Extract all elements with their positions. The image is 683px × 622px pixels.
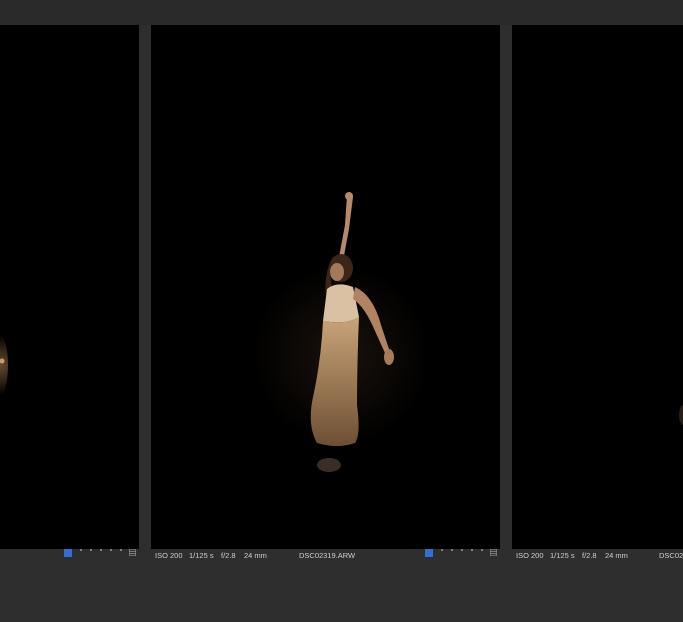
filename: DSC02 <box>659 551 683 560</box>
thumbnail-cell-left[interactable] <box>0 25 139 573</box>
photo-thumbnail[interactable] <box>151 25 500 549</box>
shutter-speed-value: 1/125 s <box>550 551 575 560</box>
iso-value: ISO 200 <box>516 551 544 560</box>
rating-dots-icon[interactable] <box>80 549 82 551</box>
rating-dots-icon[interactable] <box>100 549 102 551</box>
grid-icon[interactable] <box>129 549 136 556</box>
shutter-speed-value: 1/125 s <box>189 551 214 560</box>
photo-thumbnail[interactable] <box>0 25 139 549</box>
rating-dots-icon[interactable] <box>120 549 122 551</box>
color-label-icon[interactable] <box>425 549 433 557</box>
rating-dots-icon[interactable] <box>451 549 453 551</box>
top-toolbar <box>0 0 683 25</box>
aperture-value: f/2.8 <box>582 551 597 560</box>
grid-icon[interactable] <box>490 549 497 556</box>
focal-length-value: 24 mm <box>605 551 628 560</box>
rating-dots-icon[interactable] <box>90 549 92 551</box>
rating-dots-icon[interactable] <box>110 549 112 551</box>
photo-metadata-bar <box>0 549 139 563</box>
photo-thumbnail[interactable] <box>512 25 683 549</box>
rating-dots-icon[interactable] <box>461 549 463 551</box>
filename: DSC02319.ARW <box>299 551 356 560</box>
rating-dots-icon[interactable] <box>481 549 483 551</box>
aperture-value: f/2.8 <box>221 551 236 560</box>
photo-metadata-bar: ISO 200 1/125 s f/2.8 24 mm DSC02 <box>512 549 683 563</box>
rating-dots-icon[interactable] <box>441 549 443 551</box>
thumbnail-cell-right[interactable]: ISO 200 1/125 s f/2.8 24 mm DSC02 <box>512 25 683 573</box>
color-label-icon[interactable] <box>64 549 72 557</box>
photo-metadata-bar: ISO 200 1/125 s f/2.8 24 mm DSC02319.ARW <box>151 549 500 563</box>
focal-length-value: 24 mm <box>244 551 267 560</box>
rating-dots-icon[interactable] <box>471 549 473 551</box>
iso-value: ISO 200 <box>155 551 183 560</box>
thumbnail-cell-center[interactable]: ISO 200 1/125 s f/2.8 24 mm DSC02319.ARW <box>151 25 500 573</box>
